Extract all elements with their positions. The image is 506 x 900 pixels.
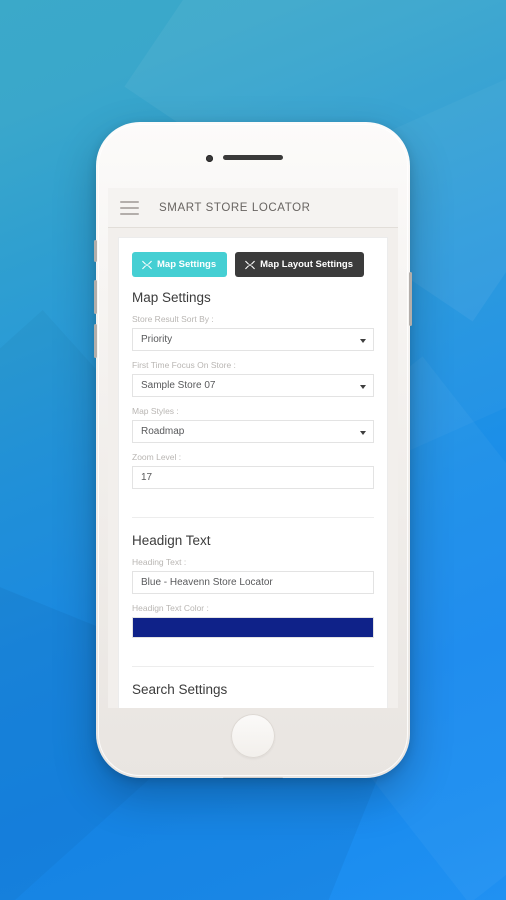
shuffle-icon xyxy=(142,260,152,269)
silent-switch[interactable] xyxy=(94,240,97,262)
page-scroll-area[interactable]: Map Settings Map Layout Settings Map Set… xyxy=(108,228,398,708)
bottom-seam xyxy=(223,777,283,779)
app-title: SMART STORE LOCATOR xyxy=(159,201,311,214)
earpiece-speaker xyxy=(223,155,283,160)
tab-bar: Map Settings Map Layout Settings xyxy=(132,252,374,277)
tab-map-layout-settings[interactable]: Map Layout Settings xyxy=(235,252,365,277)
first-time-focus-on-store-select[interactable]: Sample Store 07 xyxy=(132,374,374,397)
volume-down-button[interactable] xyxy=(94,324,97,358)
field-label: Heading Text : xyxy=(132,557,187,567)
field-heading-text-color: Headign Text Color : xyxy=(132,603,374,638)
shuffle-icon xyxy=(245,260,255,269)
section-map-settings: Map Settings Store Result Sort By : Prio… xyxy=(132,290,374,502)
field-label: Store Result Sort By : xyxy=(132,314,214,324)
field-zoom-level: Zoom Level : 17 xyxy=(132,452,374,489)
front-camera-icon xyxy=(206,155,213,162)
app-bar: SMART STORE LOCATOR xyxy=(108,188,398,228)
home-button[interactable] xyxy=(231,714,275,758)
heading-text-color-swatch[interactable] xyxy=(132,617,374,638)
map-styles-select[interactable]: Roadmap xyxy=(132,420,374,443)
field-label: Zoom Level : xyxy=(132,452,182,462)
section-title: Search Settings xyxy=(132,682,228,697)
section-title: Map Settings xyxy=(132,290,211,305)
tab-label: Map Settings xyxy=(157,259,217,270)
section-search-settings: Search Settings Search Button Text : Sea… xyxy=(132,666,374,708)
power-button[interactable] xyxy=(409,272,412,326)
section-heading-text: Headign Text Heading Text : Blue - Heave… xyxy=(132,517,374,651)
field-label: Search Button Text : xyxy=(132,706,374,708)
zoom-level-input[interactable]: 17 xyxy=(132,466,374,489)
phone-screen: SMART STORE LOCATOR Map Settings Map Lay… xyxy=(108,188,398,708)
field-heading-text: Heading Text : Blue - Heavenn Store Loca… xyxy=(132,557,374,594)
field-label: Headign Text Color : xyxy=(132,603,209,613)
phone-mockup: SMART STORE LOCATOR Map Settings Map Lay… xyxy=(94,122,412,779)
field-first-time-focus-on-store: First Time Focus On Store : Sample Store… xyxy=(132,360,374,397)
volume-up-button[interactable] xyxy=(94,280,97,314)
hamburger-menu-icon[interactable] xyxy=(120,200,139,215)
heading-text-input[interactable]: Blue - Heavenn Store Locator xyxy=(132,571,374,594)
field-map-styles: Map Styles : Roadmap xyxy=(132,406,374,443)
section-title: Headign Text xyxy=(132,533,211,548)
store-result-sort-by-select[interactable]: Priority xyxy=(132,328,374,351)
field-label: First Time Focus On Store : xyxy=(132,360,236,370)
field-label: Map Styles : xyxy=(132,406,179,416)
field-store-result-sort-by: Store Result Sort By : Priority xyxy=(132,314,374,351)
tab-map-settings[interactable]: Map Settings xyxy=(132,252,228,277)
tab-label: Map Layout Settings xyxy=(260,259,354,270)
settings-card: Map Settings Map Layout Settings Map Set… xyxy=(119,238,387,708)
field-search-button-text: Search Button Text : Search xyxy=(132,706,374,708)
